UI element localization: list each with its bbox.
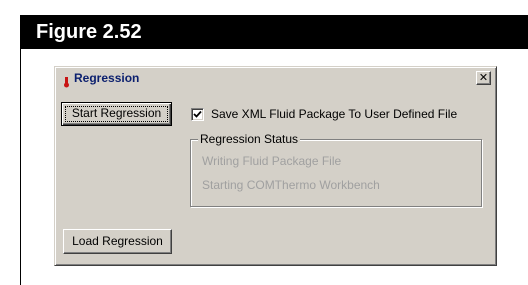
thermometer-icon [62, 73, 71, 88]
start-regression-button[interactable]: Start Regression [61, 102, 172, 126]
figure-label: Figure 2.52 [36, 21, 142, 43]
close-icon: ✕ [478, 71, 489, 84]
save-xml-label: Save XML Fluid Package To User Defined F… [211, 107, 458, 121]
close-button[interactable]: ✕ [476, 71, 491, 85]
checkmark-icon [193, 110, 202, 118]
dialog-titlebar[interactable]: Regression ✕ [58, 70, 493, 88]
save-xml-checkbox[interactable] [191, 108, 204, 121]
load-regression-label: Load Regression [72, 234, 163, 248]
load-regression-button[interactable]: Load Regression [63, 229, 172, 254]
figure-header: Figure 2.52 [20, 15, 528, 49]
dialog-title: Regression [74, 71, 140, 85]
figure-left-rule [20, 49, 21, 285]
start-regression-label: Start Regression [71, 106, 162, 120]
status-line: Starting COMThermo Workbench [202, 178, 380, 192]
regression-dialog: Regression ✕ Start Regression Save XML F… [54, 66, 497, 266]
status-line: Writing Fluid Package File [202, 154, 342, 168]
regression-status-title: Regression Status [198, 132, 301, 147]
figure-page: Figure 2.52 Regression ✕ Start Regressio… [0, 0, 528, 285]
regression-status-group: Regression Status Writing Fluid Package … [190, 132, 482, 207]
